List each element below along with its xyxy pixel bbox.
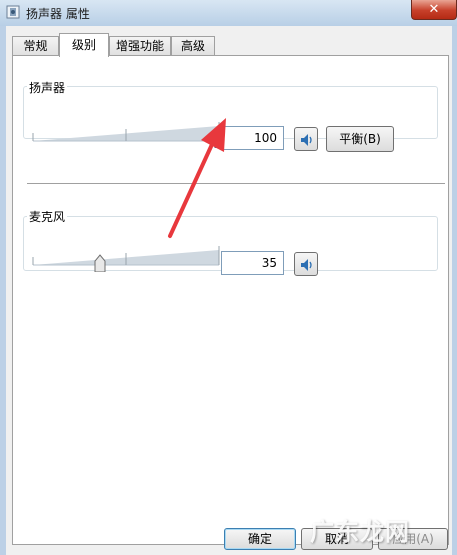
microphone-level-field[interactable]: 35: [221, 251, 284, 275]
microphone-slider-thumb[interactable]: [94, 254, 106, 272]
levels-panel: 扬声器 100 平衡(B) 麦克风 35: [12, 55, 449, 545]
title-bar: 扬声器 属性 ✕: [0, 0, 457, 26]
ok-button[interactable]: 确定: [224, 528, 296, 550]
speaker-icon: [301, 134, 312, 146]
speaker-mute-button[interactable]: [294, 127, 318, 151]
speaker-volume-slider[interactable]: [29, 118, 229, 148]
speaker-app-icon: [6, 5, 20, 19]
balance-button[interactable]: 平衡(B): [326, 126, 394, 152]
speaker-level-field[interactable]: 100: [221, 126, 284, 150]
tab-levels[interactable]: 级别: [59, 33, 109, 57]
section-divider: [27, 183, 445, 185]
speaker-icon: [301, 259, 312, 271]
window-title: 扬声器 属性: [26, 7, 90, 21]
close-button[interactable]: ✕: [411, 0, 457, 20]
tab-advanced[interactable]: 高级: [171, 36, 215, 55]
microphone-volume-slider[interactable]: [29, 242, 229, 272]
speaker-label: 扬声器: [27, 79, 68, 96]
microphone-label: 麦克风: [27, 208, 68, 225]
tab-general[interactable]: 常规: [12, 36, 59, 55]
microphone-mute-button[interactable]: [294, 252, 318, 276]
dialog-client: 常规 级别 增强功能 高级 扬声器 100 平衡(B) 麦克风 35 确定 取消…: [6, 26, 452, 555]
watermark-text: 广东龙网: [310, 517, 410, 546]
tab-enhancements[interactable]: 增强功能: [109, 36, 171, 55]
